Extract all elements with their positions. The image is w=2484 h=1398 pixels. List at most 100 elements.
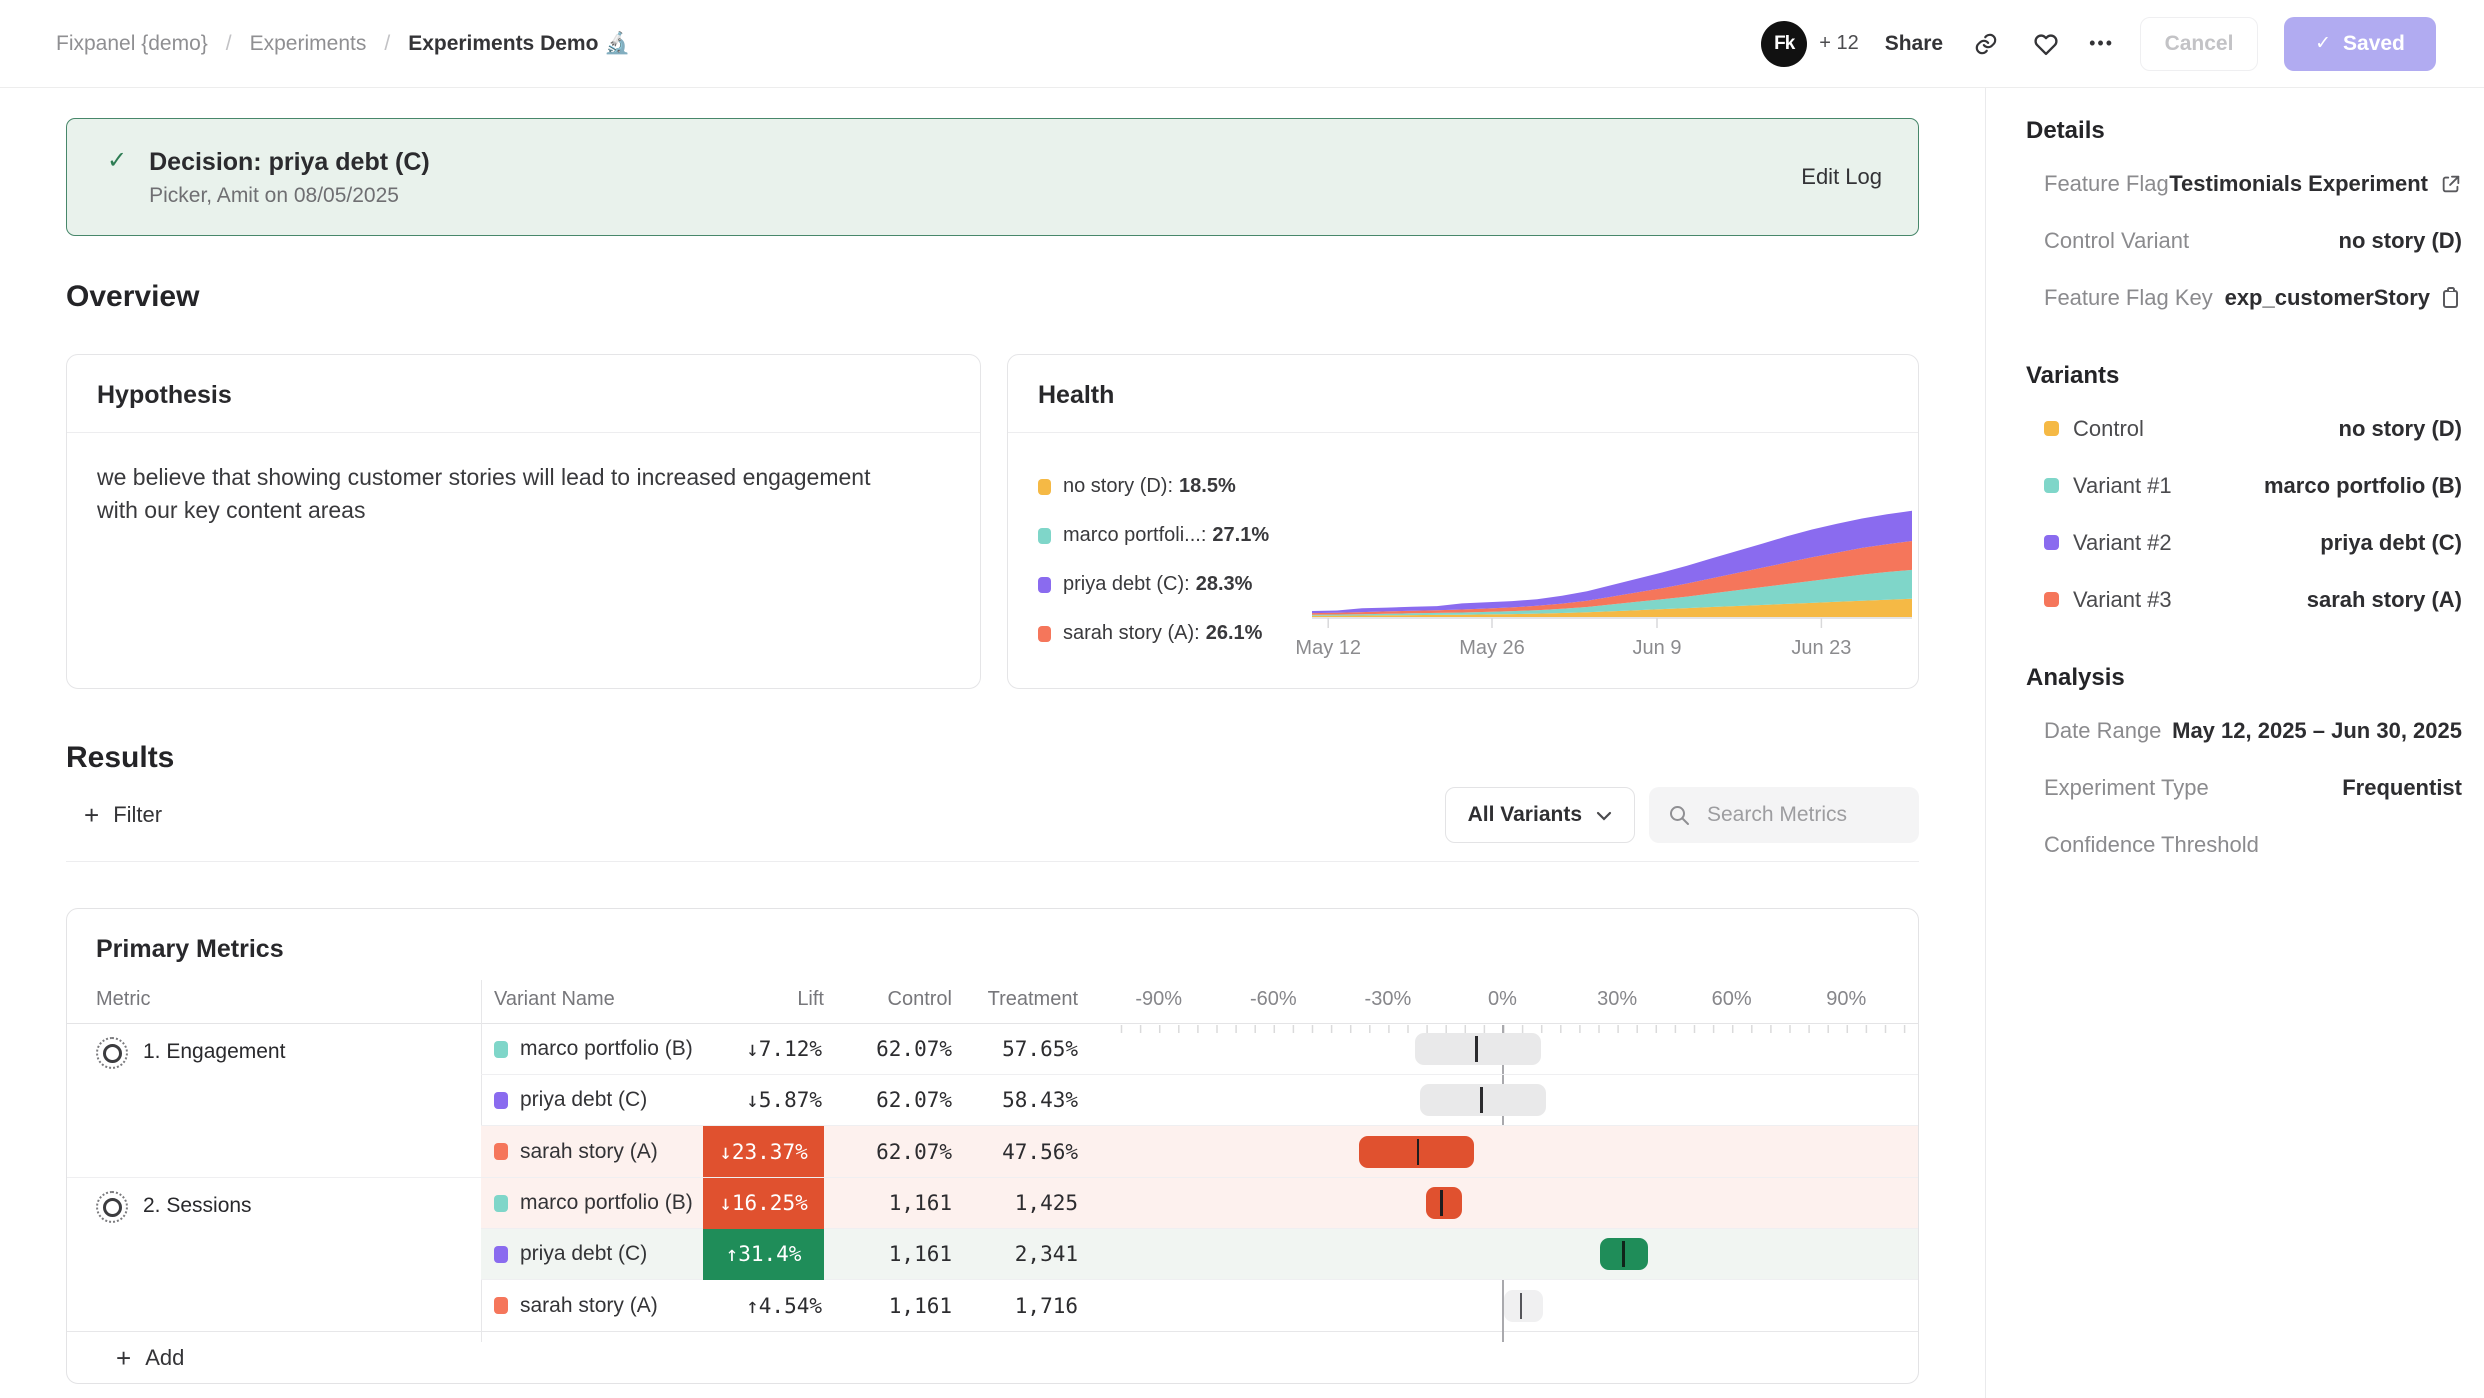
legend-value: 28.3%	[1196, 573, 1253, 596]
sidebar-value: no story (D)	[2339, 228, 2462, 254]
treatment-value: 47.56%	[952, 1140, 1078, 1164]
control-value: 1,161	[824, 1294, 952, 1318]
legend-label: no story (D):	[1063, 475, 1173, 498]
table-header: Metric Variant Name Lift Control Treatme…	[67, 980, 1918, 1024]
legend-label: marco portfoli...:	[1063, 524, 1206, 547]
legend-label: sarah story (A):	[1063, 622, 1200, 645]
col-control: Control	[824, 988, 952, 1023]
sidebar-value: marco portfolio (B)	[2264, 473, 2462, 499]
lift-value: ↓23.37%	[703, 1126, 824, 1177]
health-card: Health no story (D): 18.5% marco portfol…	[1007, 354, 1919, 689]
variant-color-chip	[494, 1041, 508, 1058]
variant-cell: sarah story (A)	[481, 1140, 703, 1164]
results-heading: Results	[66, 741, 1919, 775]
external-link-icon[interactable]	[2440, 173, 2462, 195]
confidence-interval-cell	[1110, 1075, 1919, 1126]
table-row: priya debt (C) ↓5.87% 62.07% 58.43%	[481, 1075, 1919, 1126]
metric-name: 2. Sessions	[143, 1191, 252, 1218]
metric-group: 1. Engagement marco portfolio (B) ↓7.12%…	[67, 1024, 1918, 1178]
sidebar-label: Variant #2	[2073, 530, 2172, 556]
decision-banner: ✓ Decision: priya debt (C) Picker, Amit …	[66, 118, 1919, 236]
sidebar-row: Controlno story (D)	[2026, 400, 2462, 457]
variant-color-chip	[2044, 535, 2059, 550]
variant-color-chip	[2044, 592, 2059, 607]
sidebar-row: Date RangeMay 12, 2025 – Jun 30, 2025	[2026, 702, 2462, 759]
confidence-interval-cell	[1110, 1126, 1919, 1177]
sidebar-value[interactable]: Testimonials Experiment	[2169, 171, 2428, 197]
variant-color-chip	[494, 1143, 508, 1160]
lift-tick	[1440, 1190, 1443, 1216]
col-lift: Lift	[703, 988, 824, 1023]
ci-bar	[1426, 1187, 1462, 1219]
cancel-button[interactable]: Cancel	[2140, 17, 2258, 71]
add-filter-button[interactable]: + Filter	[66, 794, 172, 836]
svg-text:May 12: May 12	[1295, 637, 1361, 659]
sidebar-value[interactable]: exp_customerStory	[2225, 285, 2430, 311]
legend-color-chip	[1038, 626, 1051, 642]
svg-text:Jun 9: Jun 9	[1633, 637, 1682, 659]
svg-text:May 26: May 26	[1459, 637, 1525, 659]
breadcrumb-experiments[interactable]: Experiments	[250, 32, 367, 56]
primary-metrics-card: Primary Metrics Metric Variant Name Lift…	[66, 908, 1919, 1384]
copy-icon[interactable]	[2442, 287, 2462, 309]
search-icon	[1667, 803, 1691, 827]
metric-cell: 2. Sessions	[67, 1178, 481, 1331]
sidebar-row: Variant #2priya debt (C)	[2026, 514, 2462, 571]
hypothesis-text: we believe that showing customer stories…	[67, 433, 927, 554]
legend-item: marco portfoli...: 27.1%	[1038, 524, 1312, 547]
legend-value: 27.1%	[1212, 524, 1269, 547]
primary-metrics-title: Primary Metrics	[67, 909, 1918, 980]
axis-tick-label: 60%	[1712, 988, 1752, 1011]
col-metric: Metric	[67, 988, 481, 1023]
variants-heading: Variants	[2026, 362, 2462, 390]
avatar[interactable]: Fk	[1761, 21, 1807, 67]
axis-tick-label: 90%	[1826, 988, 1866, 1011]
variants-dropdown[interactable]: All Variants	[1445, 787, 1635, 843]
legend-label: priya debt (C):	[1063, 573, 1190, 596]
variant-color-chip	[494, 1195, 508, 1212]
search-box	[1649, 787, 1919, 843]
lift-tick	[1622, 1241, 1625, 1267]
lift-value: ↑31.4%	[703, 1229, 824, 1280]
decision-title: Decision: priya debt (C)	[149, 146, 430, 178]
legend-value: 26.1%	[1206, 622, 1263, 645]
lift-tick	[1480, 1087, 1483, 1113]
edit-log-button[interactable]: Edit Log	[1801, 164, 1882, 190]
variant-color-chip	[2044, 478, 2059, 493]
variant-color-chip	[2044, 421, 2059, 436]
favorite-heart-icon[interactable]	[2029, 27, 2063, 61]
sidebar-row: Control Variantno story (D)	[2026, 212, 2462, 269]
variant-cell: priya debt (C)	[481, 1088, 703, 1112]
breadcrumb-project[interactable]: Fixpanel {demo}	[56, 32, 208, 56]
control-value: 62.07%	[824, 1140, 952, 1164]
metric-group: 2. Sessions marco portfolio (B) ↓16.25% …	[67, 1178, 1918, 1331]
legend-item: no story (D): 18.5%	[1038, 475, 1312, 498]
share-button[interactable]: Share	[1885, 32, 1943, 56]
axis-tick-label: -60%	[1250, 988, 1297, 1011]
variant-name: priya debt (C)	[520, 1088, 647, 1112]
variants-dropdown-value: All Variants	[1468, 803, 1582, 827]
legend-value: 18.5%	[1179, 475, 1236, 498]
variant-name: marco portfolio (B)	[520, 1191, 693, 1215]
more-menu-button[interactable]: •••	[2089, 33, 2114, 54]
lift-tick	[1520, 1293, 1523, 1319]
sidebar-label: Control	[2073, 416, 2144, 442]
saved-button[interactable]: ✓ Saved	[2284, 17, 2436, 71]
check-icon: ✓	[2315, 32, 2331, 55]
sidebar-row: Variant #1 marco portfolio (B)	[2026, 457, 2462, 514]
table-row: marco portfolio (B) ↓7.12% 62.07% 57.65%	[481, 1024, 1919, 1075]
sidebar-row: Feature FlagTestimonials Experiment	[2026, 155, 2462, 212]
sidebar-label: Variant #1	[2073, 473, 2172, 499]
link-icon[interactable]	[1969, 27, 2003, 61]
variant-name: marco portfolio (B)	[520, 1037, 693, 1061]
lift-value: ↓5.87%	[703, 1075, 824, 1126]
axis-tick-label: 0%	[1488, 988, 1517, 1011]
search-metrics-input[interactable]	[1705, 802, 1905, 828]
add-metric-button[interactable]: + Add	[116, 1345, 184, 1371]
lift-value: ↑4.54%	[703, 1280, 824, 1331]
add-label: Add	[145, 1345, 184, 1371]
confidence-interval-cell	[1110, 1280, 1919, 1331]
breadcrumb-current[interactable]: Experiments Demo 🔬	[408, 32, 630, 56]
legend-item: sarah story (A): 26.1%	[1038, 622, 1312, 645]
sidebar-label: Feature Flag Key	[2044, 285, 2213, 311]
